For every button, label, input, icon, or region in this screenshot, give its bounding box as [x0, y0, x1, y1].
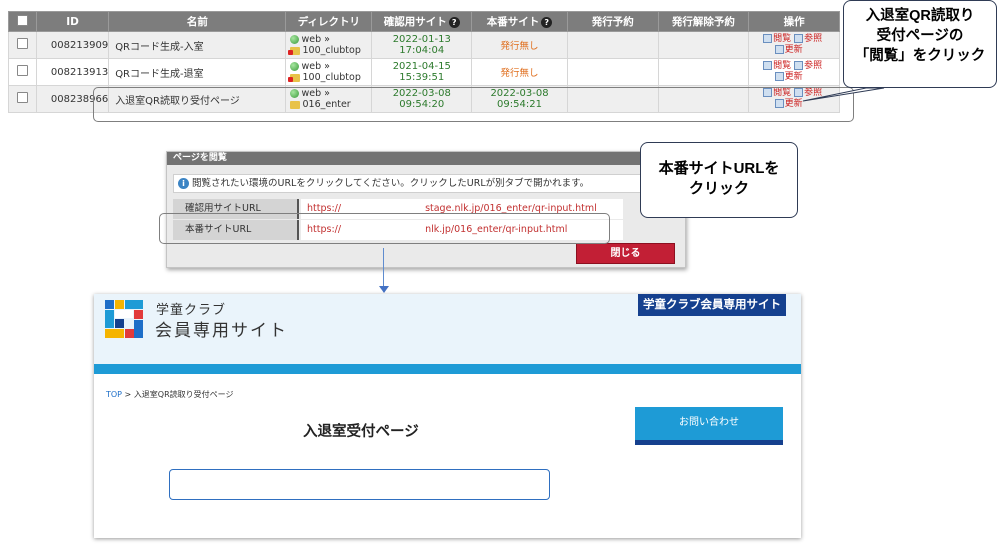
view-page-dialog: ページを閲覧 i 閲覧されたい環境のURLをクリックしてください。クリックしたUR… [166, 151, 686, 268]
dialog-info-text: 閲覧されたい環境のURLをクリックしてください。クリックしたURLが別タブで開か… [192, 178, 590, 189]
info-icon: i [178, 178, 189, 189]
highlight-url-outline [159, 213, 610, 244]
club-logo-icon [105, 300, 143, 338]
callout-line: 本番サイトURLを [658, 160, 780, 177]
contact-button[interactable]: お問い合わせ [635, 407, 783, 445]
callout-click-view: 入退室QR読取り 受付ページの 「閲覧」をクリック [843, 0, 997, 88]
breadcrumb-top-link[interactable]: TOP [106, 390, 122, 399]
callout-click-production-url: 本番サイトURLを クリック [640, 142, 798, 218]
site-name: 会員専用サイト [155, 321, 288, 341]
breadcrumb: TOP > 入退室QR読取り受付ページ [106, 389, 234, 400]
header-accent-bar [94, 364, 801, 374]
arrow-down-icon [379, 286, 389, 293]
dialog-info: i 閲覧されたい環境のURLをクリックしてください。クリックしたURLが別タブで開… [173, 174, 679, 193]
member-site-page: 学童クラブ 会員専用サイト 学童クラブ会員専用サイト TOP > 入退室QR読取… [94, 294, 801, 538]
callout-line: 入退室QR読取り [865, 8, 975, 24]
site-header: 学童クラブ 会員専用サイト 学童クラブ会員専用サイト [94, 294, 801, 364]
close-button[interactable]: 閉じる [576, 243, 675, 264]
breadcrumb-separator: > [122, 390, 134, 399]
dialog-title: ページを閲覧 [167, 152, 685, 165]
breadcrumb-current: 入退室QR読取り受付ページ [133, 390, 234, 399]
flow-arrow-line [383, 248, 384, 288]
callout-line: クリック [688, 180, 749, 197]
page-title: 入退室受付ページ [303, 424, 419, 440]
callout-line: 受付ページの [876, 28, 964, 44]
callout-line: 「閲覧」をクリック [854, 48, 986, 64]
member-site-badge: 学童クラブ会員専用サイト [638, 294, 786, 316]
qr-input-field[interactable] [169, 469, 550, 500]
